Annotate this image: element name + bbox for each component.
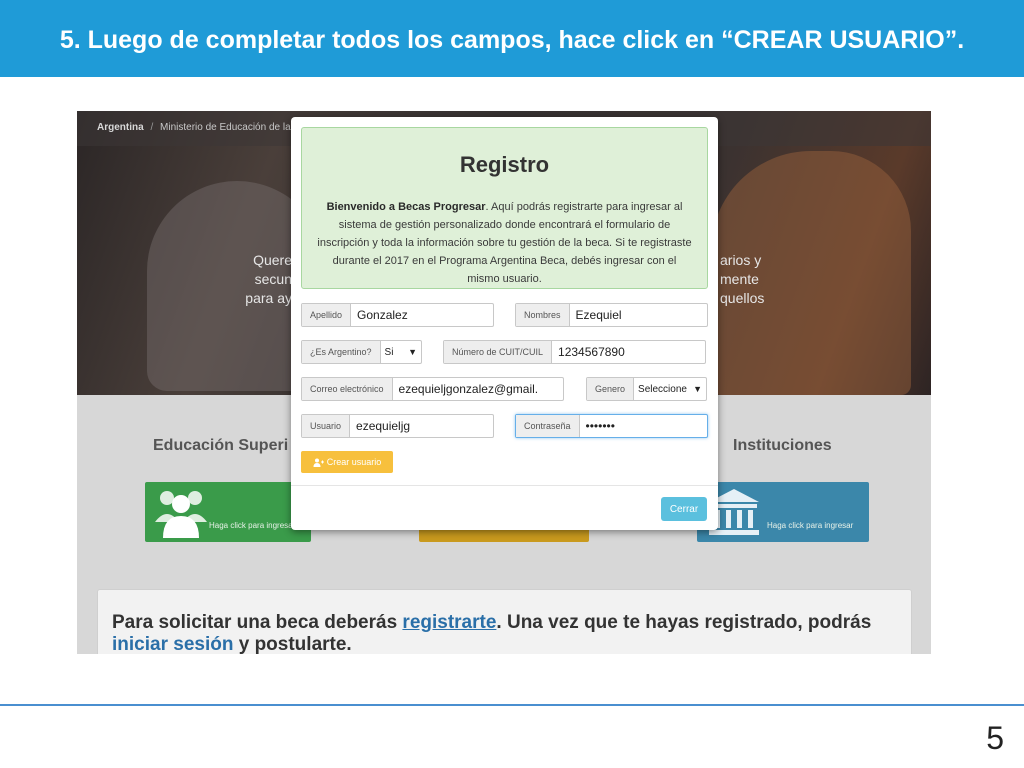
- caret-down-icon: ▼: [408, 347, 417, 357]
- contrasena-field: Contraseña •••••••: [515, 414, 708, 438]
- register-link[interactable]: registrarte: [402, 612, 496, 633]
- genero-value: Seleccione: [638, 383, 687, 395]
- caret-down-icon: ▼: [693, 384, 702, 394]
- hero-text-right: arios y mente quellos: [720, 251, 790, 308]
- usuario-input[interactable]: ezequieljg: [350, 415, 493, 437]
- genero-label: Genero: [587, 378, 635, 400]
- nombres-label: Nombres: [516, 304, 570, 326]
- cuit-input[interactable]: 1234567890: [552, 341, 705, 363]
- apellido-field: Apellido Gonzalez: [301, 303, 494, 327]
- card-estudiantes[interactable]: Haga click para ingresar: [145, 482, 311, 542]
- crear-usuario-button[interactable]: Crear usuario: [301, 451, 393, 473]
- es-argentino-field: ¿Es Argentino? Si ▼: [301, 340, 422, 364]
- hero-text-line: secun: [254, 271, 292, 287]
- usuario-label: Usuario: [302, 415, 351, 437]
- hero-text-line: mente: [720, 271, 759, 287]
- hero-text-line: para ay: [245, 290, 292, 306]
- welcome-text: Bienvenido a Becas Progresar. Aquí podrá…: [316, 198, 693, 288]
- breadcrumb-home-link[interactable]: Argentina: [97, 122, 144, 133]
- breadcrumb-separator: /: [150, 122, 154, 133]
- genero-select[interactable]: Seleccione ▼: [634, 378, 706, 400]
- es-argentino-select[interactable]: Si ▼: [381, 341, 421, 363]
- es-argentino-value: Si: [384, 346, 394, 358]
- contrasena-label: Contraseña: [516, 415, 580, 437]
- welcome-bold: Bienvenido a Becas Progresar: [326, 201, 486, 213]
- email-label: Correo electrónico: [302, 378, 393, 400]
- usuario-field: Usuario ezequieljg: [301, 414, 494, 438]
- footer-divider: [0, 704, 1024, 706]
- email-input[interactable]: ezequieljgonzalez@gmail.: [393, 378, 563, 400]
- slide: 5. Luego de completar todos los campos, …: [0, 0, 1024, 768]
- people-icon: [155, 491, 207, 538]
- hero-text-left: Quere secun para ay: [222, 251, 292, 308]
- nombres-field: Nombres Ezequiel: [515, 303, 708, 327]
- apellido-label: Apellido: [302, 304, 352, 326]
- modal-title: Registro: [459, 152, 550, 177]
- breadcrumb: Argentina / Ministerio de Educación de l…: [97, 122, 291, 133]
- info-text-part: Para solicitar una beca deberás: [112, 612, 403, 633]
- card-label: Haga click para ingresar: [767, 521, 854, 530]
- section-title-educacion-superior: Educación Superi: [153, 437, 289, 454]
- registration-modal: Registro Bienvenido a Becas Progresar. A…: [291, 117, 718, 530]
- nombres-input[interactable]: Ezequiel: [570, 304, 707, 326]
- hero-text-line: arios y: [720, 252, 762, 268]
- genero-field: Genero Seleccione ▼: [586, 377, 707, 401]
- cuit-label: Número de CUIT/CUIL: [444, 341, 553, 363]
- section-title-instituciones: Instituciones: [733, 437, 832, 454]
- page-number: 5: [986, 720, 1004, 756]
- card-instituciones[interactable]: Haga click para ingresar: [697, 482, 869, 542]
- es-argentino-label: ¿Es Argentino?: [302, 341, 381, 363]
- welcome-rest: . Aquí podrás registrarte para ingresar …: [317, 201, 692, 285]
- hero-text-line: Quere: [253, 252, 292, 268]
- info-box: Para solicitar una beca deberás registra…: [97, 589, 912, 654]
- slide-header: 5. Luego de completar todos los campos, …: [0, 0, 1024, 77]
- welcome-alert: Registro Bienvenido a Becas Progresar. A…: [301, 127, 708, 289]
- breadcrumb-current[interactable]: Ministerio de Educación de la: [160, 122, 291, 133]
- hero-text-line: quellos: [720, 290, 765, 306]
- cuit-field: Número de CUIT/CUIL 1234567890: [443, 340, 706, 364]
- info-text-part: . Una vez que te hayas registrado, podrá…: [496, 612, 872, 633]
- cerrar-button[interactable]: Cerrar: [661, 497, 707, 521]
- email-field: Correo electrónico ezequieljgonzalez@gma…: [301, 377, 564, 401]
- add-user-icon: [313, 458, 324, 467]
- contrasena-input[interactable]: •••••••: [580, 415, 707, 437]
- crear-usuario-label: Crear usuario: [326, 457, 382, 467]
- info-text: Para solicitar una beca deberás registra…: [112, 612, 902, 654]
- info-text-part: y postularte.: [233, 634, 352, 654]
- modal-footer-divider: [291, 485, 718, 486]
- slide-title: 5. Luego de completar todos los campos, …: [59, 26, 965, 54]
- card-label: Haga click para ingresar: [209, 521, 296, 530]
- login-link[interactable]: iniciar sesión: [112, 634, 233, 654]
- apellido-input[interactable]: Gonzalez: [351, 304, 493, 326]
